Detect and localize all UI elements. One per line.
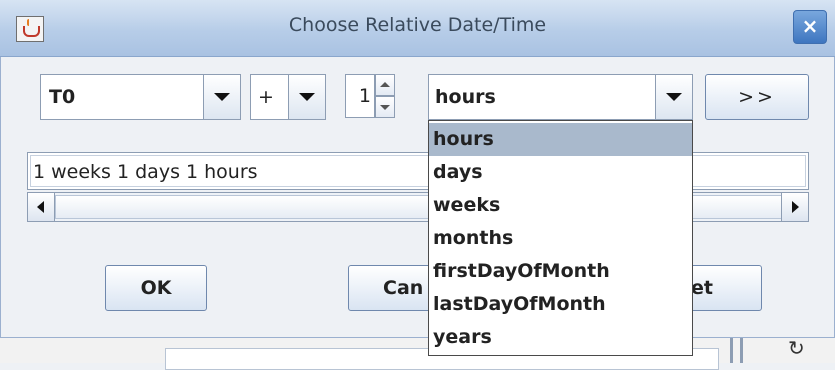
chevron-down-icon	[666, 93, 682, 101]
amount-spinner[interactable]: 1	[345, 72, 395, 120]
scroll-right-button[interactable]	[781, 193, 808, 221]
spinner-down-button[interactable]	[375, 96, 395, 118]
background-divider	[740, 338, 743, 363]
relative-datetime-dialog: Choose Relative Date/Time × T0 + 1 hours	[0, 0, 835, 338]
chevron-left-icon	[37, 201, 44, 213]
chevron-down-icon	[214, 93, 230, 101]
close-button[interactable]: ×	[793, 10, 827, 44]
spinner-up-button[interactable]	[375, 74, 395, 96]
dropdown-option-last-day-of-month[interactable]: lastDayOfMonth	[429, 288, 692, 321]
close-icon: ×	[801, 14, 819, 38]
dropdown-option-months[interactable]: months	[429, 222, 692, 255]
chevron-up-icon	[380, 82, 390, 87]
operator-combo-arrow-button[interactable]	[288, 75, 325, 119]
operator-combo-value: +	[258, 86, 274, 108]
reference-combo-arrow-button[interactable]	[203, 75, 240, 119]
append-button[interactable]: >>	[705, 74, 809, 120]
unit-dropdown-list[interactable]: hours days weeks months firstDayOfMonth …	[428, 120, 693, 356]
chevron-down-icon	[299, 93, 315, 101]
ok-button[interactable]: OK	[105, 265, 207, 311]
dropdown-option-hours[interactable]: hours	[429, 123, 692, 156]
dropdown-option-first-day-of-month[interactable]: firstDayOfMonth	[429, 255, 692, 288]
unit-combo-value: hours	[435, 86, 496, 108]
unit-combo[interactable]: hours	[428, 74, 693, 120]
amount-spinner-field[interactable]: 1	[345, 74, 375, 118]
dropdown-option-days[interactable]: days	[429, 156, 692, 189]
dropdown-option-years[interactable]: years	[429, 321, 692, 354]
background-divider	[730, 338, 733, 363]
chevron-right-icon	[792, 201, 799, 213]
scroll-left-button[interactable]	[28, 193, 55, 221]
title-bar[interactable]: Choose Relative Date/Time ×	[0, 0, 835, 57]
reference-combo[interactable]: T0	[40, 74, 241, 120]
unit-combo-arrow-button[interactable]	[655, 75, 692, 119]
operator-combo[interactable]: +	[250, 74, 326, 120]
dropdown-option-weeks[interactable]: weeks	[429, 189, 692, 222]
chevron-down-icon	[380, 105, 390, 110]
reference-combo-value: T0	[49, 86, 76, 108]
refresh-icon: ↻	[788, 336, 805, 360]
window-title: Choose Relative Date/Time	[288, 14, 547, 36]
